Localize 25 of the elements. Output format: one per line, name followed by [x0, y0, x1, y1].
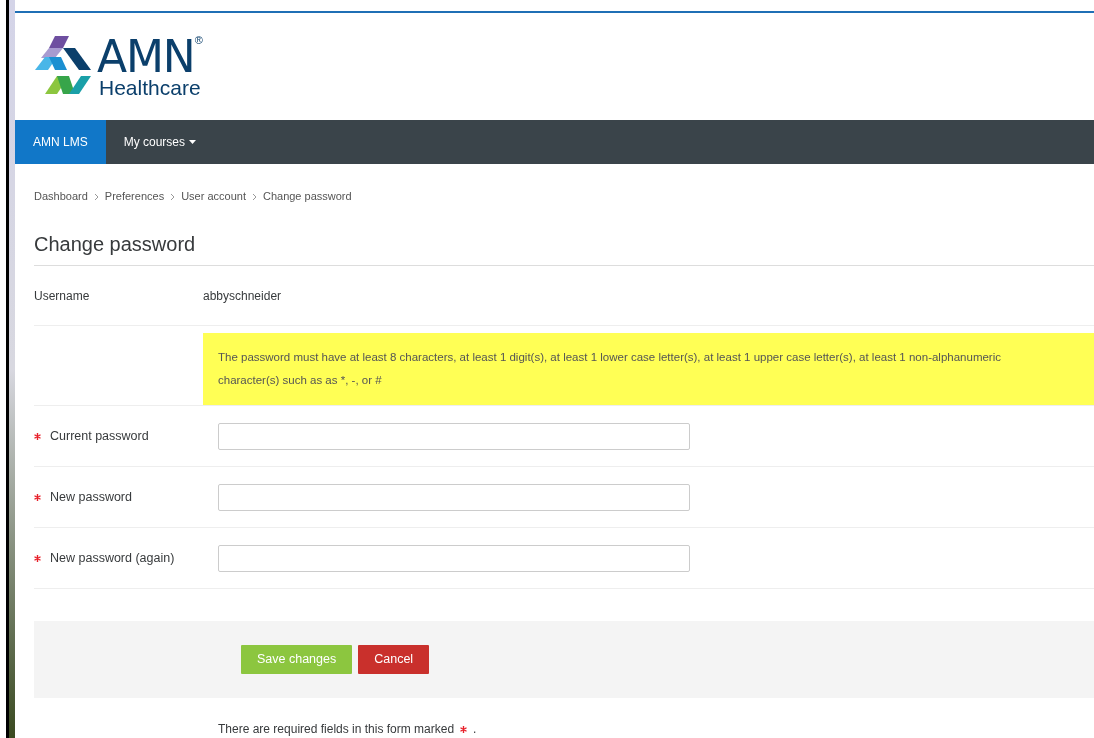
password-field[interactable]	[218, 483, 690, 511]
breadcrumb-link[interactable]: User account	[181, 188, 246, 205]
registered-mark: ®	[194, 35, 203, 47]
password-field[interactable]	[218, 544, 690, 572]
breadcrumb-link[interactable]: Dashboard	[34, 188, 88, 205]
breadcrumb-current: Change password	[262, 189, 352, 205]
required-icon	[460, 725, 468, 733]
field-label: Username	[34, 287, 91, 305]
field-label: New password	[50, 488, 132, 506]
chevron-icon	[93, 192, 99, 201]
field-label: New password (again)	[50, 549, 175, 567]
chevron-icon	[170, 192, 176, 201]
chevron-icon	[251, 192, 257, 201]
logo-subtitle: Healthcare	[99, 77, 202, 99]
password-requirements: The password must have at least 8 characters, at least 1 digit(s), at least 1 lower case letter(s), at least 1 upper case letter(s), at least 1 non-alphanumeric character(s) such as as *, -, or #	[218, 350, 1002, 388]
breadcrumb-link[interactable]: Preferences	[104, 188, 165, 205]
field-label: Current password	[50, 427, 149, 445]
password-field[interactable]	[218, 422, 690, 450]
cancel-button[interactable]: Cancel	[358, 645, 430, 674]
page-title: Change password	[34, 232, 197, 257]
note-period: .	[473, 721, 477, 738]
logo-wordmark: AMN	[97, 35, 195, 80]
required-note: There are required fields in this form marked	[218, 721, 455, 738]
nav-item[interactable]: AMN LMS	[15, 120, 106, 164]
username-value: abbyschneider	[203, 287, 282, 305]
